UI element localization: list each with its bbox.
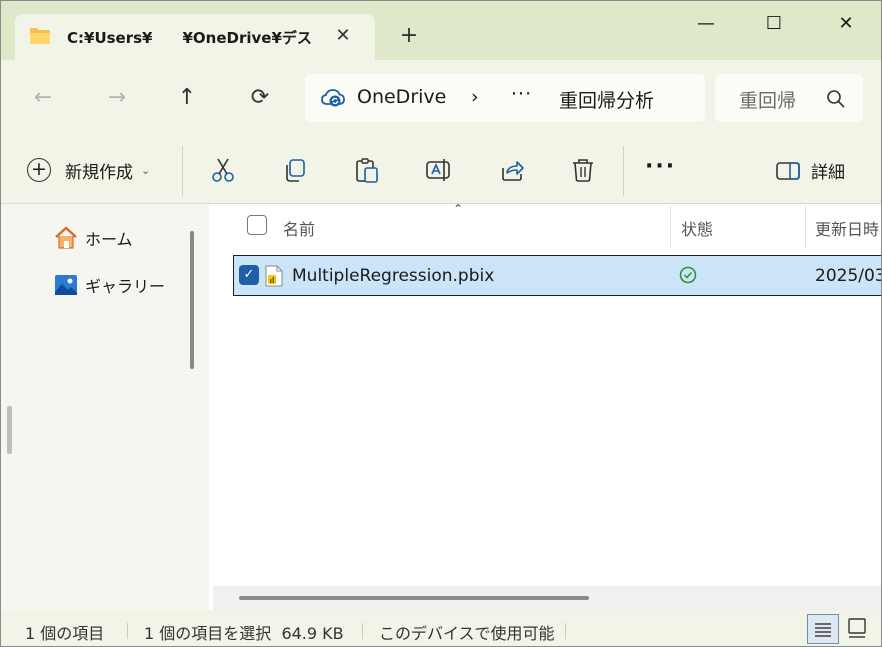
column-divider[interactable] — [670, 206, 671, 248]
close-window-button[interactable]: ✕ — [823, 9, 869, 39]
sort-ascending-icon: ⌃ — [453, 202, 464, 216]
column-header-status[interactable]: 状態 — [681, 216, 713, 240]
navigation-bar: ← → ↑ ⟳ OneDrive › ··· 重回帰分析 重回帰 — [1, 60, 881, 134]
divider — [565, 623, 566, 639]
tiles-view-icon — [848, 618, 866, 638]
onedrive-cloud-icon — [321, 89, 345, 107]
available-status-icon — [679, 266, 697, 284]
large-icons-view-button[interactable] — [843, 614, 875, 644]
row-checkbox[interactable]: ✓ — [239, 265, 259, 285]
divider — [623, 146, 624, 196]
resize-grip[interactable] — [7, 406, 12, 454]
maximize-button[interactable]: ☐ — [751, 9, 797, 39]
command-bar: + 新規作成 ⌄ ··· 詳細 — [1, 134, 881, 204]
select-all-checkbox[interactable] — [247, 215, 267, 235]
pane-splitter[interactable] — [181, 204, 209, 610]
breadcrumb-onedrive[interactable]: OneDrive — [357, 86, 446, 108]
divider — [127, 623, 128, 639]
new-button[interactable]: + 新規作成 ⌄ — [27, 156, 150, 184]
sidebar-label-gallery: ギャラリー — [85, 277, 166, 296]
status-bar: 1 個の項目 1 個の項目を選択 64.9 KB このデバイスで使用可能 — [1, 610, 881, 646]
home-icon — [55, 226, 77, 249]
horizontal-scrollbar-thumb[interactable] — [239, 596, 589, 600]
sidebar-item-gallery[interactable]: ギャラリー — [53, 273, 165, 297]
sidebar-label-home: ホーム — [85, 230, 133, 249]
breadcrumb-overflow[interactable]: ··· — [511, 83, 532, 105]
copy-icon[interactable] — [281, 156, 309, 184]
file-list: ⌃ 名前 状態 更新日時 ✓ MultipleRegression.pbix 2… — [209, 202, 882, 610]
tab-active[interactable]: C:¥Users¥ ¥OneDrive¥デス ✕ — [15, 14, 375, 60]
up-button[interactable]: ↑ — [173, 84, 201, 112]
details-pane-icon — [776, 161, 800, 180]
more-options-button[interactable]: ··· — [645, 154, 676, 179]
column-divider[interactable] — [805, 206, 806, 248]
cut-icon[interactable] — [209, 156, 237, 184]
status-selection: 1 個の項目を選択 64.9 KB — [144, 624, 344, 643]
sidebar-scrollbar[interactable] — [190, 231, 194, 369]
paste-icon[interactable] — [353, 156, 381, 184]
file-modified: 2025/03 — [815, 266, 882, 286]
refresh-button[interactable]: ⟳ — [246, 84, 274, 112]
horizontal-scrollbar[interactable] — [213, 586, 881, 610]
tab-title: C:¥Users¥ ¥OneDrive¥デス — [67, 29, 312, 47]
delete-icon[interactable] — [569, 156, 597, 184]
details-label: 詳細 — [811, 163, 845, 183]
new-label: 新規作成 — [65, 162, 133, 183]
divider — [182, 146, 183, 196]
new-tab-button[interactable]: + — [397, 25, 421, 49]
file-name: MultipleRegression.pbix — [292, 266, 495, 286]
breadcrumb-current[interactable]: 重回帰分析 — [559, 86, 654, 113]
folder-icon — [30, 28, 50, 44]
column-header-modified[interactable]: 更新日時 — [815, 216, 879, 240]
search-icon — [827, 90, 845, 108]
list-view-icon — [815, 623, 831, 637]
search-box[interactable]: 重回帰 — [715, 74, 863, 122]
file-explorer-window: C:¥Users¥ ¥OneDrive¥デス ✕ + — ☐ ✕ ← → ↑ ⟳… — [0, 0, 882, 647]
address-bar[interactable]: OneDrive › ··· 重回帰分析 — [305, 74, 705, 122]
forward-button[interactable]: → — [103, 84, 131, 112]
status-availability: このデバイスで使用可能 — [379, 624, 555, 643]
divider — [362, 623, 363, 639]
share-icon[interactable] — [498, 156, 526, 184]
minimize-button[interactable]: — — [683, 9, 729, 39]
back-button[interactable]: ← — [29, 84, 57, 112]
search-placeholder: 重回帰 — [739, 90, 797, 112]
details-button[interactable]: 詳細 — [775, 158, 845, 183]
sidebar-item-home[interactable]: ホーム — [53, 226, 133, 250]
gallery-icon — [55, 275, 77, 295]
file-row[interactable]: ✓ MultipleRegression.pbix 2025/03 — [233, 255, 882, 296]
rename-icon[interactable] — [425, 156, 453, 184]
chevron-down-icon: ⌄ — [141, 163, 151, 177]
navigation-pane: ホーム ギャラリー — [1, 204, 181, 610]
plus-icon: + — [27, 158, 51, 182]
chevron-right-icon[interactable]: › — [471, 86, 479, 108]
pbix-file-icon — [265, 265, 283, 287]
details-view-button[interactable] — [807, 614, 839, 644]
tab-close-icon[interactable]: ✕ — [333, 26, 353, 46]
column-header-name[interactable]: 名前 — [283, 216, 315, 240]
status-item-count: 1 個の項目 — [25, 624, 105, 643]
